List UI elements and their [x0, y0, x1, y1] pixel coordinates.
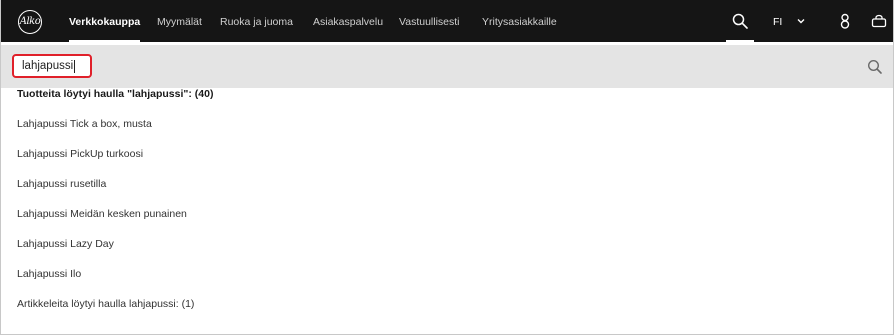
nav-item-asiakaspalvelu[interactable]: Asiakaspalvelu	[313, 0, 383, 42]
nav-item-myymalat[interactable]: Myymälät	[157, 0, 202, 42]
chevron-down-icon[interactable]	[797, 0, 805, 42]
nav-item-verkkokauppa[interactable]: Verkkokauppa	[69, 0, 141, 42]
result-item[interactable]: Lahjapussi Lazy Day	[17, 238, 114, 250]
page-frame: Alko Verkkokauppa Myymälät Ruoka ja juom…	[0, 0, 894, 335]
top-navigation-bar: Alko Verkkokauppa Myymälät Ruoka ja juom…	[1, 0, 893, 42]
result-item[interactable]: Lahjapussi Meidän kesken punainen	[17, 208, 187, 220]
alko-logo[interactable]: Alko	[18, 10, 42, 34]
account-button[interactable]	[837, 0, 853, 42]
cart-button[interactable]	[870, 0, 888, 42]
search-icon[interactable]	[866, 58, 884, 76]
nav-item-ruoka-ja-juoma[interactable]: Ruoka ja juoma	[220, 0, 293, 42]
search-icon	[732, 13, 748, 29]
text-cursor	[74, 60, 75, 73]
result-item[interactable]: Lahjapussi Ilo	[17, 268, 81, 280]
result-item[interactable]: Lahjapussi rusetilla	[17, 178, 106, 190]
result-item[interactable]: Lahjapussi PickUp turkoosi	[17, 148, 143, 160]
header-search-button[interactable]	[722, 0, 758, 42]
basket-icon	[871, 14, 887, 28]
nav-item-yritysasiakkaille[interactable]: Yritysasiakkaille	[482, 0, 557, 42]
nav-item-vastuullisesti[interactable]: Vastuullisesti	[399, 0, 460, 42]
user-icon	[840, 13, 850, 29]
language-selector[interactable]: FI	[773, 0, 782, 42]
result-item[interactable]: Lahjapussi Tick a box, musta	[17, 118, 152, 130]
search-bar	[1, 45, 893, 88]
search-input[interactable]	[12, 54, 92, 78]
products-results-heading: Tuotteita löytyi haulla "lahjapussi": (4…	[17, 88, 214, 100]
articles-results-heading[interactable]: Artikkeleita löytyi haulla lahjapussi: (…	[17, 298, 194, 310]
